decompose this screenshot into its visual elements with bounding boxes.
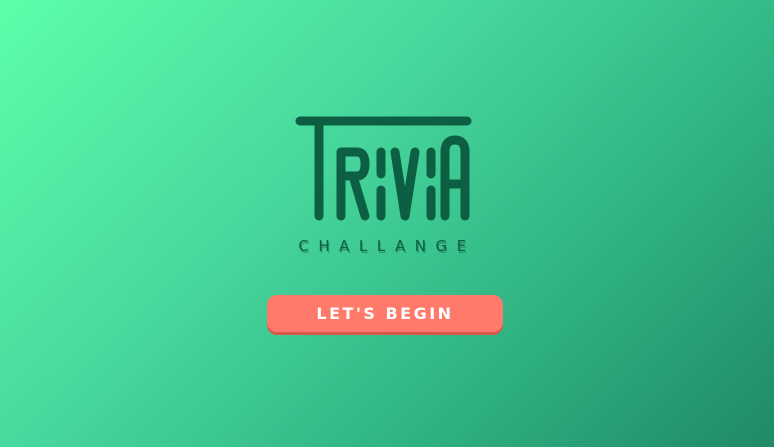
lets-begin-button[interactable]: LET'S BEGIN [267, 295, 503, 332]
splash-screen: CHALLANGE LET'S BEGIN [0, 0, 774, 447]
trivia-logo-icon [295, 112, 475, 224]
subtitle-text: CHALLANGE [298, 237, 476, 255]
